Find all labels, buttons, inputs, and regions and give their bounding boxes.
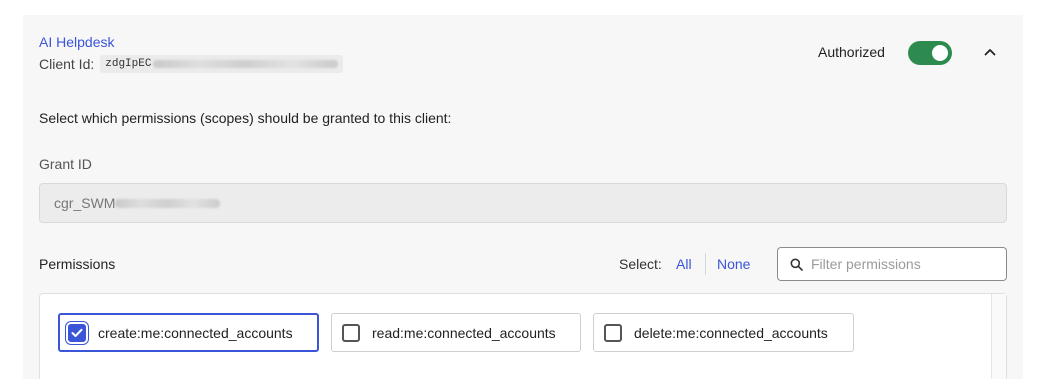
select-all-link[interactable]: All: [676, 256, 692, 272]
permissions-title: Permissions: [39, 256, 116, 272]
permission-chip-read[interactable]: read:me:connected_accounts: [331, 313, 581, 352]
client-id-label: Client Id:: [39, 56, 95, 72]
grant-id-value: cgr_SWM: [54, 195, 116, 211]
grant-id-label: Grant ID: [39, 156, 92, 172]
select-none-link[interactable]: None: [717, 256, 750, 272]
chevron-up-icon: [984, 49, 996, 56]
collapse-button[interactable]: [980, 42, 1000, 62]
filter-input[interactable]: [811, 256, 991, 272]
client-id-row: Client Id: zdgIpEC: [39, 55, 344, 73]
filter-permissions[interactable]: [777, 247, 1007, 281]
permission-label: read:me:connected_accounts: [372, 324, 556, 341]
select-divider: [705, 253, 706, 275]
permission-chip-create[interactable]: create:me:connected_accounts: [58, 313, 319, 352]
permission-label: delete:me:connected_accounts: [634, 324, 828, 341]
checkmark-icon: [71, 328, 83, 337]
client-id-value: zdgIpEC: [100, 55, 344, 73]
permissions-instructions: Select which permissions (scopes) should…: [39, 110, 452, 126]
app-name-link[interactable]: AI Helpdesk: [39, 34, 114, 50]
permission-chip-delete[interactable]: delete:me:connected_accounts: [593, 313, 854, 352]
permission-checkbox[interactable]: [342, 323, 360, 342]
redacted-blur: [153, 60, 339, 68]
toggle-knob: [932, 45, 948, 61]
permission-checkbox[interactable]: [604, 323, 622, 342]
authorized-toggle[interactable]: [908, 41, 952, 65]
select-label: Select:: [619, 256, 662, 272]
client-id-text: zdgIpEC: [105, 58, 152, 70]
permission-label: create:me:connected_accounts: [98, 324, 293, 341]
authorized-label: Authorized: [818, 44, 885, 60]
permissions-scrollbar[interactable]: [991, 294, 1006, 379]
redacted-blur: [115, 198, 221, 208]
permission-checkbox[interactable]: [68, 323, 86, 342]
grant-id-field: cgr_SWM: [39, 183, 1007, 223]
search-icon: [790, 258, 803, 271]
